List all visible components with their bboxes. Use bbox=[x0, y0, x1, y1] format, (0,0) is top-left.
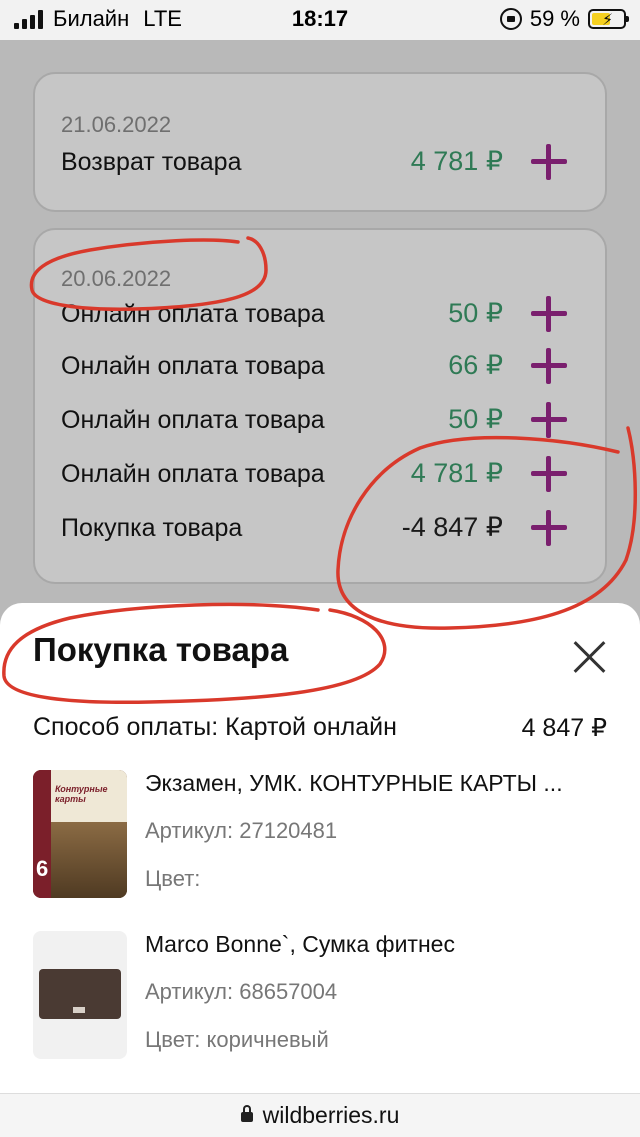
expand-plus-icon[interactable] bbox=[531, 144, 567, 180]
transaction-amount: 4 781 ₽ bbox=[410, 146, 503, 176]
transaction-row[interactable]: Покупка товара -4 847 ₽ bbox=[61, 510, 587, 550]
transaction-label: Покупка товара bbox=[61, 514, 243, 542]
card-date: 20.06.2022 bbox=[61, 266, 172, 291]
sheet-title: Покупка товара bbox=[33, 631, 289, 668]
transaction-amount: 4 781 ₽ bbox=[410, 458, 503, 488]
transaction-amount: 66 ₽ bbox=[448, 350, 503, 380]
purchase-item[interactable]: Контурные карты 6 Экзамен, УМК. КОНТУРНЫ… bbox=[33, 770, 607, 900]
lock-icon bbox=[240, 1104, 253, 1122]
item-name: Экзамен, УМК. КОНТУРНЫЕ КАРТЫ ... bbox=[145, 770, 563, 796]
browser-url-bar[interactable]: wildberries.ru bbox=[0, 1093, 640, 1137]
item-article: Артикул: 68657004 bbox=[145, 979, 338, 1004]
book-cover-number: 6 bbox=[36, 856, 49, 881]
transaction-row[interactable]: Возврат товара 4 781 ₽ bbox=[61, 144, 587, 184]
transaction-amount: -4 847 ₽ bbox=[401, 512, 503, 542]
transaction-label: Онлайн оплата товара bbox=[61, 300, 325, 328]
expand-plus-icon[interactable] bbox=[531, 456, 567, 492]
transaction-amount: 50 ₽ bbox=[448, 298, 503, 328]
transaction-row[interactable]: Онлайн оплата товара 66 ₽ bbox=[61, 348, 587, 388]
transaction-row[interactable]: Онлайн оплата товара 50 ₽ bbox=[61, 402, 587, 442]
expand-plus-icon[interactable] bbox=[531, 348, 567, 384]
expand-plus-icon[interactable] bbox=[531, 296, 567, 332]
purchase-item[interactable]: Marco Bonne`, Сумка фитнес Артикул: 6865… bbox=[33, 931, 607, 1061]
battery-icon: ⚡ bbox=[588, 9, 629, 29]
item-color: Цвет: bbox=[145, 866, 201, 891]
close-icon[interactable] bbox=[572, 639, 608, 675]
transaction-label: Онлайн оплата товара bbox=[61, 352, 325, 380]
item-color: Цвет: коричневый bbox=[145, 1027, 329, 1052]
payment-total: 4 847 ₽ bbox=[521, 714, 607, 742]
battery-percent: 59 % bbox=[529, 6, 580, 31]
purchase-details-sheet: Покупка товара Способ оплаты: Картой онл… bbox=[0, 603, 640, 1093]
orientation-lock-icon bbox=[499, 8, 522, 30]
transaction-label: Возврат товара bbox=[61, 148, 242, 176]
item-name: Marco Bonne`, Сумка фитнес bbox=[145, 931, 455, 957]
transaction-label: Онлайн оплата товара bbox=[61, 460, 325, 488]
bag-thumbnail bbox=[33, 931, 127, 1059]
transaction-card: 21.06.2022 Возврат товара 4 781 ₽ bbox=[33, 72, 607, 212]
status-bar: Билайн LTE 18:17 59 % ⚡ bbox=[0, 0, 640, 40]
transaction-amount: 50 ₽ bbox=[448, 404, 503, 434]
payment-method: Способ оплаты: Картой онлайн bbox=[33, 713, 397, 741]
card-date: 21.06.2022 bbox=[61, 112, 172, 137]
transaction-row[interactable]: Онлайн оплата товара 4 781 ₽ bbox=[61, 456, 587, 496]
url-text: wildberries.ru bbox=[262, 1102, 400, 1128]
book-cover-title: Контурные карты bbox=[55, 784, 108, 804]
transaction-card: 20.06.2022 Онлайн оплата товара 50 ₽ Онл… bbox=[33, 228, 607, 584]
book-cover-thumbnail: Контурные карты 6 bbox=[33, 770, 127, 898]
expand-plus-icon[interactable] bbox=[531, 510, 567, 546]
transaction-label: Онлайн оплата товара bbox=[61, 406, 325, 434]
item-article: Артикул: 27120481 bbox=[145, 818, 338, 843]
transaction-row[interactable]: Онлайн оплата товара 50 ₽ bbox=[61, 296, 587, 336]
expand-plus-icon[interactable] bbox=[531, 402, 567, 438]
